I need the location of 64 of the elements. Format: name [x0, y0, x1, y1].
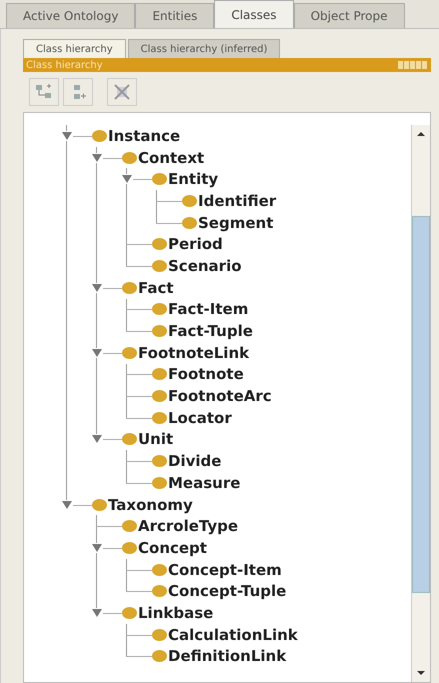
class-icon	[122, 346, 137, 359]
class-icon	[122, 152, 137, 164]
tab[interactable]: Active Ontology	[6, 3, 136, 28]
scroll-thumb[interactable]	[412, 216, 430, 594]
delete-class-button[interactable]	[107, 78, 137, 106]
class-icon	[92, 498, 107, 511]
scrollbar[interactable]	[411, 125, 430, 682]
class-name[interactable]: Period	[168, 235, 223, 254]
class-name[interactable]: Divide	[168, 452, 222, 470]
grip-icon	[398, 61, 428, 69]
delete-icon	[113, 83, 131, 101]
class-name[interactable]: Locator	[168, 408, 232, 427]
class-icon	[182, 194, 197, 207]
class-name[interactable]: Context	[138, 148, 204, 167]
class-name[interactable]: Linkbase	[138, 604, 214, 622]
class-icon	[152, 325, 167, 338]
tab[interactable]: Entities	[135, 3, 214, 28]
class-icon	[152, 564, 167, 576]
class-icon	[152, 238, 167, 250]
tab[interactable]: Object Prope	[294, 3, 404, 28]
class-name[interactable]: FootnoteArc	[168, 387, 272, 406]
class-name[interactable]: Measure	[168, 474, 240, 492]
class-name[interactable]: DefinitionLink	[168, 647, 286, 666]
class-name[interactable]: FootnoteLink	[138, 344, 250, 362]
class-name[interactable]: Footnote	[168, 365, 244, 384]
class-name[interactable]: Scenario	[168, 256, 242, 275]
class-name[interactable]: Instance	[108, 126, 180, 145]
class-icon	[152, 173, 167, 186]
class-name[interactable]: Taxonomy	[108, 496, 193, 514]
class-name[interactable]: Identifier	[198, 192, 276, 210]
class-icon	[152, 303, 167, 316]
class-name[interactable]: Segment	[198, 214, 274, 232]
class-icon	[152, 412, 167, 424]
class-icon	[152, 650, 167, 662]
class-name[interactable]: CalculationLink	[168, 626, 298, 644]
class-name[interactable]: Concept-Item	[168, 560, 282, 579]
class-icon	[182, 216, 197, 229]
class-name[interactable]: Fact-Item	[168, 300, 248, 318]
class-icon	[152, 455, 167, 468]
class-name[interactable]: Unit	[138, 430, 174, 448]
class-name[interactable]: Concept-Tuple	[168, 582, 286, 600]
class-icon	[122, 542, 137, 554]
class-icon	[122, 433, 137, 446]
class-icon	[152, 368, 167, 380]
add-subclass-icon	[35, 83, 53, 101]
class-icon	[152, 585, 167, 598]
class-name[interactable]: Fact-Tuple	[168, 322, 253, 340]
class-icon	[152, 260, 167, 272]
class-name[interactable]: Fact	[138, 278, 174, 297]
panel-title: Class hierarchy	[26, 60, 103, 70]
tab[interactable]: Classes	[214, 0, 294, 28]
class-icon	[152, 476, 167, 489]
class-name[interactable]: ArcroleType	[138, 517, 238, 536]
class-icon	[152, 390, 167, 402]
class-name[interactable]: Entity	[168, 170, 218, 188]
class-icon	[122, 606, 137, 619]
tab[interactable]: Class hierarchy	[23, 39, 126, 58]
class-name[interactable]: Concept	[138, 538, 207, 557]
add-subclass-button[interactable]	[29, 78, 59, 106]
tab[interactable]: Class hierarchy (inferred)	[128, 39, 280, 58]
class-icon	[122, 520, 137, 532]
class-icon	[92, 130, 107, 142]
class-icon	[122, 282, 137, 294]
class-icon	[152, 628, 167, 641]
